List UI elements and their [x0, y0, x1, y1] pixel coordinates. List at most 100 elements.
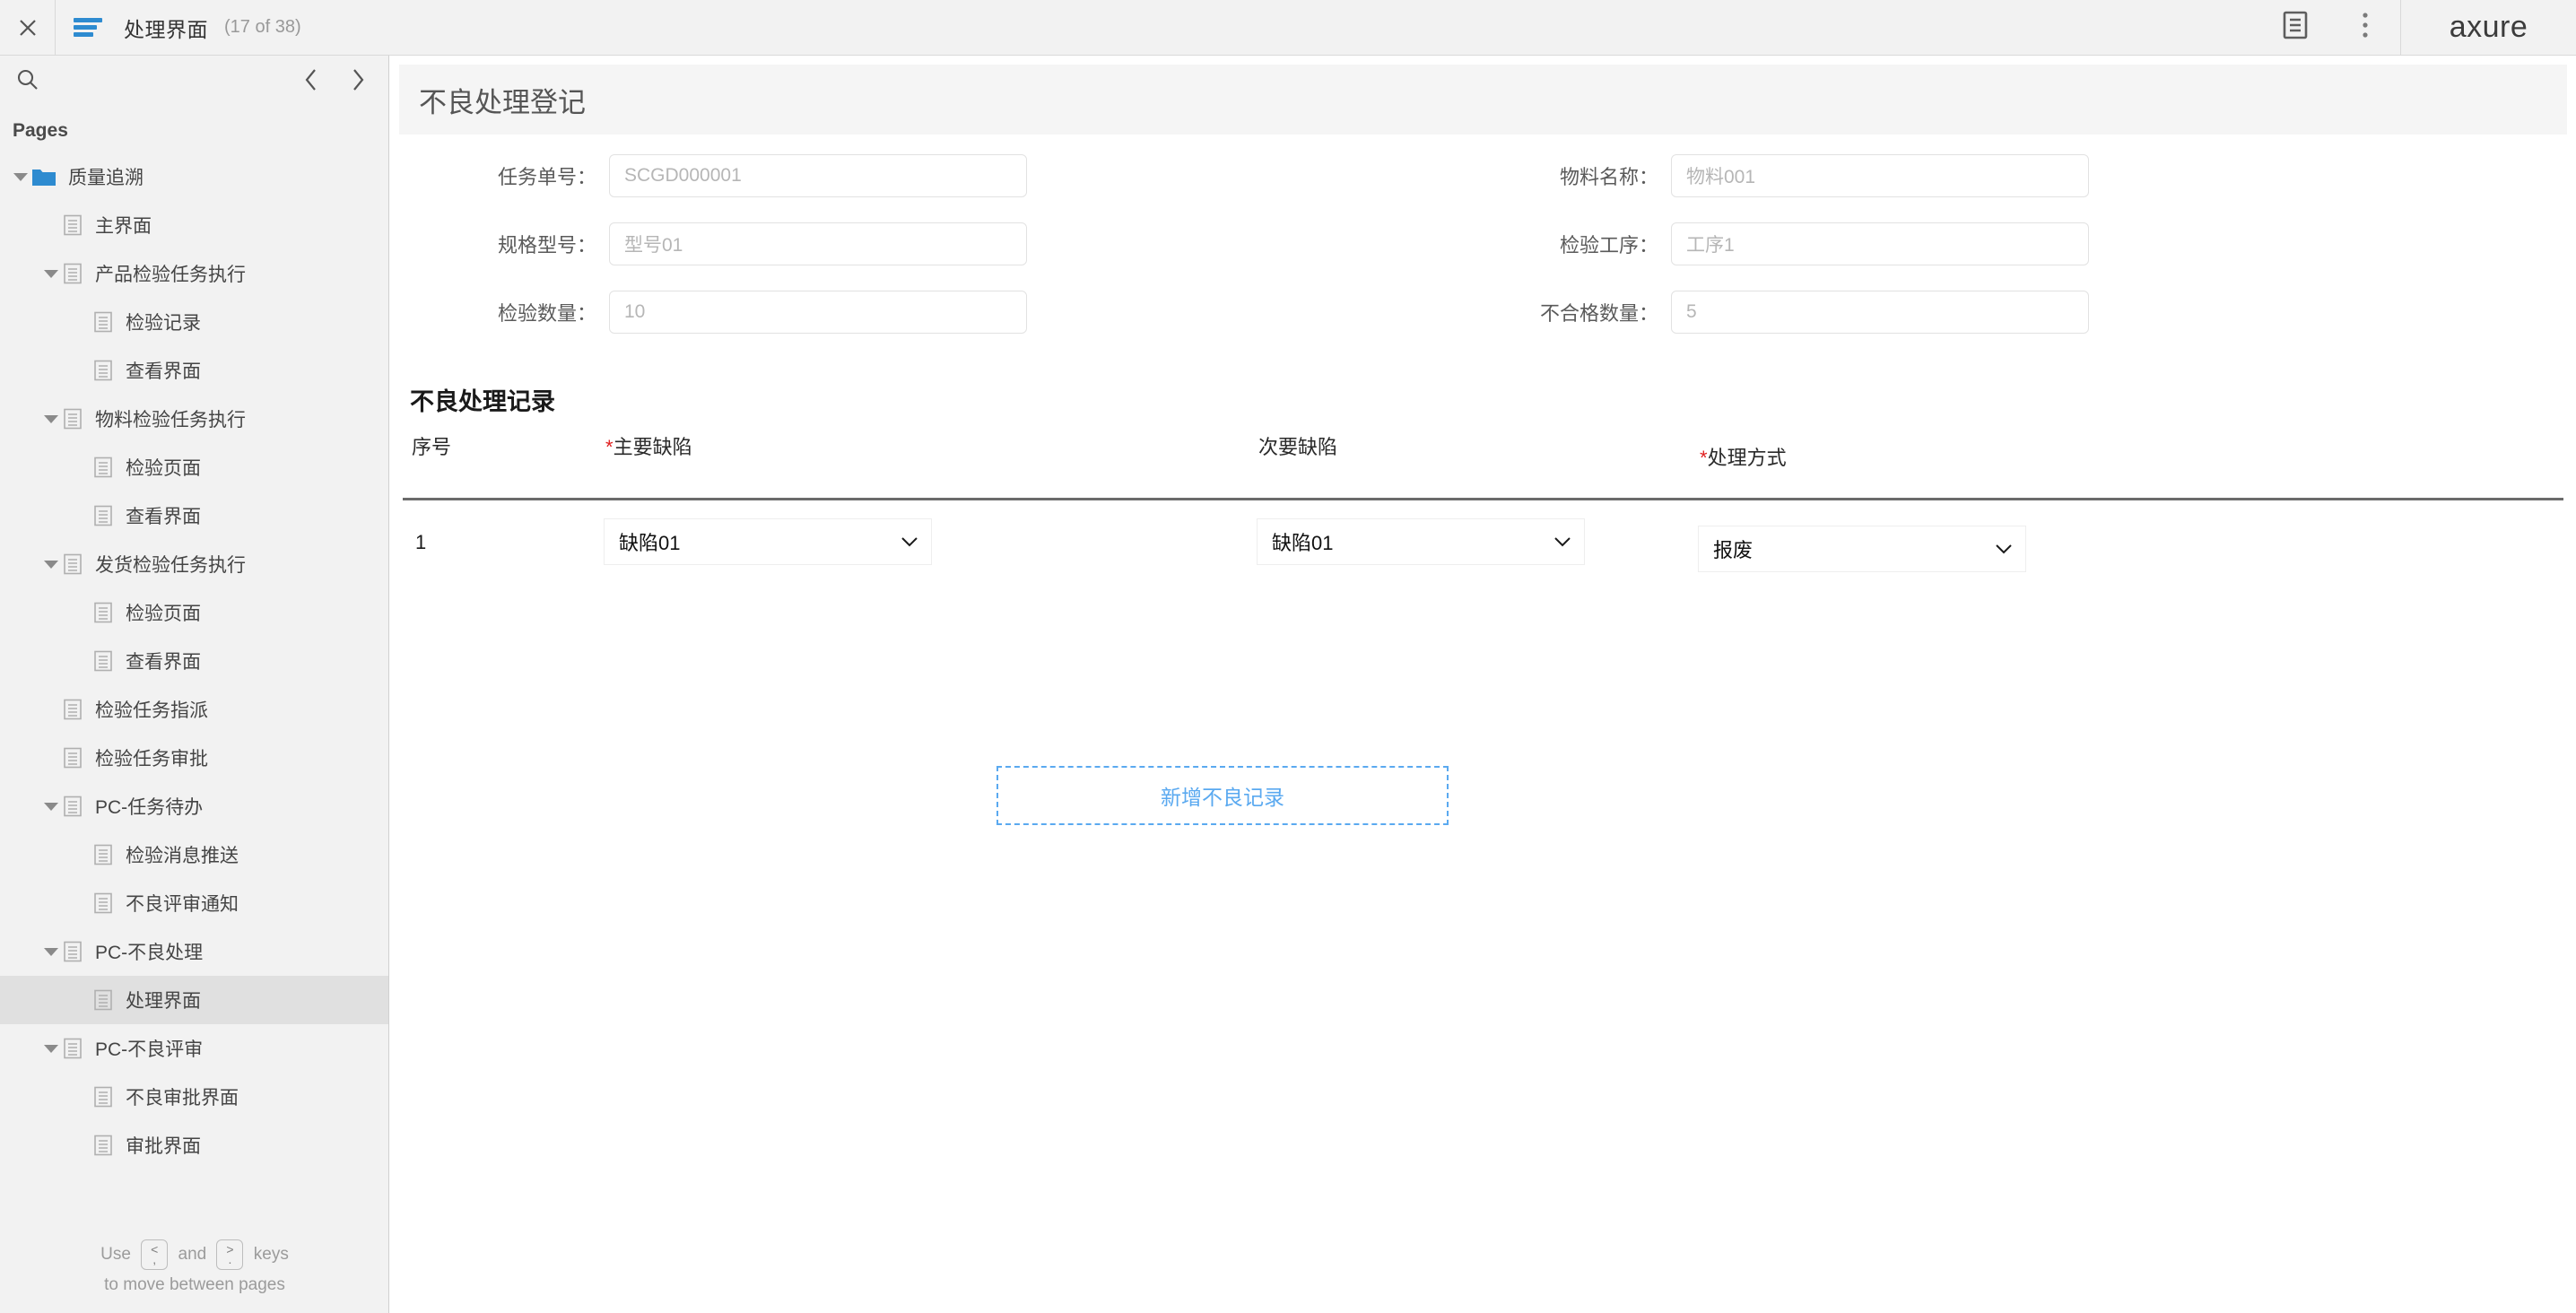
form-row: 检验数量： 10 不合格数量： 5 [390, 291, 2576, 359]
page-notes-button[interactable] [2260, 0, 2330, 55]
sidebar-item-15[interactable]: 检验消息推送 [0, 830, 388, 879]
minor-defect-select-value: 缺陷01 [1272, 532, 1334, 554]
sidebar-item-17[interactable]: PC-不良处理 [0, 927, 388, 976]
page-document-icon [63, 214, 83, 236]
page-counter: (17 of 38) [224, 17, 301, 37]
keyboard-hint-line2: to move between pages [104, 1275, 285, 1294]
sidebar-item-5[interactable]: 查看界面 [0, 346, 388, 395]
chevron-down-icon [1995, 543, 2013, 554]
sidebar-item-18[interactable]: 处理界面 [0, 976, 388, 1024]
sidebar-item-label: 处理界面 [126, 991, 201, 1012]
sidebar-item-13[interactable]: 检验任务审批 [0, 734, 388, 782]
chevron-down-icon [1553, 536, 1571, 547]
field-label: 规格型号： [497, 234, 596, 257]
sidebar-item-label: 产品检验任务执行 [95, 265, 246, 285]
page-notes-icon [2282, 11, 2309, 44]
sidebar-item-2[interactable]: 主界面 [0, 201, 388, 249]
page-document-icon [63, 408, 83, 430]
next-page-button[interactable] [347, 65, 369, 100]
field-label: 不合格数量： [1539, 302, 1658, 325]
close-button[interactable] [0, 0, 56, 55]
sidebar-item-14[interactable]: PC-任务待办 [0, 782, 388, 830]
close-icon [18, 18, 38, 38]
page-document-icon [63, 941, 83, 962]
chevron-down-icon [901, 536, 918, 547]
twisty-expanded-icon[interactable] [39, 414, 63, 423]
form-field-right: 物料名称： 物料001 [1466, 154, 2543, 197]
minor-defect-select[interactable]: 缺陷01 [1257, 518, 1585, 565]
prev-key-cap: < , [141, 1239, 169, 1270]
sidebar-item-7[interactable]: 检验页面 [0, 443, 388, 491]
field-label: 任务单号： [497, 166, 596, 188]
sidebar-item-4[interactable]: 检验记录 [0, 298, 388, 346]
sidebar-item-20[interactable]: 不良审批界面 [0, 1073, 388, 1121]
field-label: 检验数量： [497, 302, 596, 325]
text-input[interactable]: SCGD000001 [609, 154, 1027, 197]
twisty-expanded-icon[interactable] [39, 1044, 63, 1053]
major-defect-select[interactable]: 缺陷01 [604, 518, 932, 565]
sidebar-toolbar [0, 56, 388, 108]
twisty-expanded-icon[interactable] [39, 947, 63, 956]
hint-use-text: Use [100, 1245, 131, 1264]
form-field-left: 任务单号： SCGD000001 [390, 154, 1466, 197]
page-document-icon [93, 844, 113, 865]
page-document-icon [93, 1135, 113, 1156]
add-defect-record-button[interactable]: 新增不良记录 [996, 766, 1449, 825]
twisty-expanded-icon[interactable] [39, 802, 63, 811]
sidebar-item-10[interactable]: 检验页面 [0, 588, 388, 637]
chevron-right-icon [351, 68, 365, 96]
column-header-4: *处理方式 [1700, 442, 1787, 471]
sidebar-item-label: 发货检验任务执行 [95, 555, 246, 576]
text-input[interactable]: 型号01 [609, 222, 1027, 265]
page-document-icon [93, 360, 113, 381]
page-document-icon [63, 747, 83, 769]
column-header-label: 次要缺陷 [1258, 436, 1338, 458]
sidebar-item-label: 检验页面 [126, 604, 201, 624]
search-button[interactable] [16, 68, 39, 96]
axure-wordmark-text: axure [2449, 10, 2528, 44]
sidebar-item-label: 不良审批界面 [126, 1088, 239, 1109]
sidebar-item-16[interactable]: 不良评审通知 [0, 879, 388, 927]
form-row: 规格型号： 型号01 检验工序： 工序1 [390, 222, 2576, 291]
text-input[interactable]: 10 [609, 291, 1027, 334]
sidebar-item-label: 检验任务指派 [95, 700, 208, 721]
sidebar-item-3[interactable]: 产品检验任务执行 [0, 249, 388, 298]
sidebar-item-label: 查看界面 [126, 652, 201, 673]
field-label: 物料名称： [1559, 166, 1658, 188]
sidebar-item-1[interactable]: 质量追溯 [0, 152, 388, 201]
column-header-1: 序号 [412, 431, 451, 460]
disposition-select[interactable]: 报废 [1698, 526, 2026, 572]
sidebar-item-12[interactable]: 检验任务指派 [0, 685, 388, 734]
axure-brand-logo[interactable]: axure [2400, 0, 2576, 55]
column-header-3: 次要缺陷 [1258, 431, 1337, 460]
twisty-expanded-icon[interactable] [39, 560, 63, 569]
form-field-left: 检验数量： 10 [390, 291, 1466, 334]
next-key-cap: > . [216, 1239, 244, 1270]
sidebar-item-11[interactable]: 查看界面 [0, 637, 388, 685]
page-document-icon [93, 650, 113, 672]
previous-page-button[interactable] [300, 65, 322, 100]
twisty-expanded-icon[interactable] [9, 172, 32, 181]
next-key-bottom: . [228, 1251, 232, 1266]
sidebar-item-19[interactable]: PC-不良评审 [0, 1024, 388, 1073]
sidebar-item-6[interactable]: 物料检验任务执行 [0, 395, 388, 443]
sidebar-item-label: 查看界面 [126, 361, 201, 382]
sidebar-item-label: 查看界面 [126, 507, 201, 527]
page-document-icon [93, 602, 113, 623]
sidebar-item-label: 主界面 [95, 216, 152, 237]
text-input[interactable]: 工序1 [1671, 222, 2089, 265]
sidebar-item-label: PC-不良处理 [95, 943, 204, 963]
more-options-button[interactable] [2330, 0, 2400, 55]
text-input[interactable]: 物料001 [1671, 154, 2089, 197]
text-input[interactable]: 5 [1671, 291, 2089, 334]
more-options-icon [2361, 11, 2370, 44]
page-document-icon [93, 457, 113, 478]
sidebar-item-21[interactable]: 审批界面 [0, 1121, 388, 1170]
sidebar-item-label: 检验记录 [126, 313, 201, 334]
required-asterisk: * [1700, 447, 1708, 469]
page-document-icon [93, 311, 113, 333]
sidebar-toggle-button[interactable] [56, 0, 120, 55]
twisty-expanded-icon[interactable] [39, 269, 63, 278]
sidebar-item-9[interactable]: 发货检验任务执行 [0, 540, 388, 588]
sidebar-item-8[interactable]: 查看界面 [0, 491, 388, 540]
